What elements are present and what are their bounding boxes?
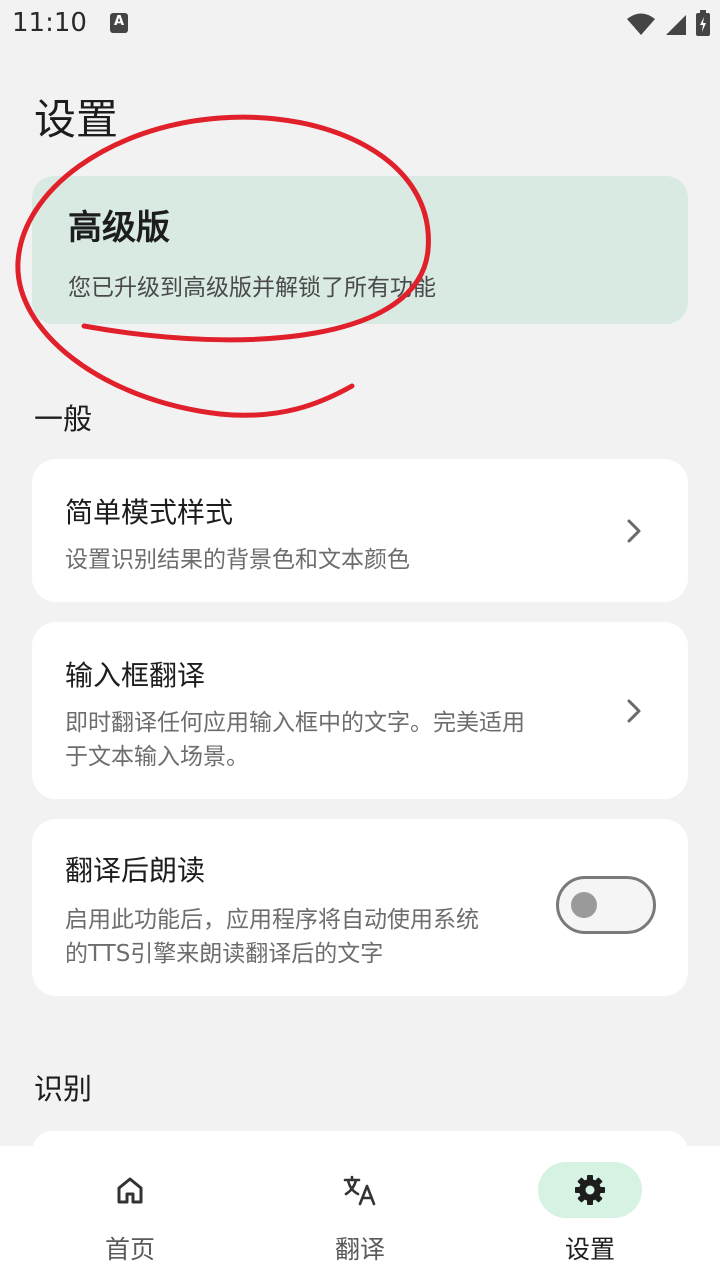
translate-icon bbox=[343, 1175, 376, 1206]
input-box-translate-item[interactable]: 输入框翻译 即时翻译任何应用输入框中的文字。完美适用 于文本输入场景。 bbox=[32, 622, 688, 799]
premium-subtitle: 您已升级到高级版并解锁了所有功能 bbox=[68, 275, 436, 301]
premium-title: 高级版 bbox=[68, 208, 170, 248]
nav-home-label: 首页 bbox=[104, 1235, 155, 1264]
chevron-right-icon bbox=[627, 519, 641, 543]
read-aloud-desc-line2: 的TTS引擎来朗读翻译后的文字 bbox=[65, 941, 384, 967]
simple-mode-style-item[interactable]: 简单模式样式 设置识别结果的背景色和文本颜色 bbox=[32, 459, 688, 602]
bottom-navigation: 首页 翻译 设置 bbox=[0, 1146, 720, 1280]
chevron-right-icon bbox=[627, 699, 641, 723]
page-title: 设置 bbox=[34, 95, 119, 144]
input-translate-desc-line1: 即时翻译任何应用输入框中的文字。完美适用 bbox=[65, 710, 525, 736]
status-bar: 11:10 A bbox=[0, 0, 720, 50]
battery-icon bbox=[696, 10, 710, 36]
toggle-knob bbox=[571, 892, 597, 918]
input-translate-title: 输入框翻译 bbox=[65, 659, 206, 692]
nav-settings-label: 设置 bbox=[564, 1235, 615, 1264]
nav-translate-label: 翻译 bbox=[334, 1235, 385, 1264]
simple-mode-title: 简单模式样式 bbox=[65, 496, 234, 529]
nav-home[interactable]: 首页 bbox=[30, 1146, 230, 1280]
notification-a-icon: A bbox=[110, 13, 128, 33]
home-icon bbox=[117, 1177, 143, 1204]
status-icons bbox=[626, 10, 710, 36]
section-general-label: 一般 bbox=[34, 402, 93, 436]
premium-card[interactable]: 高级版 您已升级到高级版并解锁了所有功能 bbox=[32, 176, 688, 324]
nav-settings[interactable]: 设置 bbox=[490, 1146, 690, 1280]
gear-icon bbox=[575, 1175, 605, 1205]
read-aloud-desc-line1: 启用此功能后，应用程序将自动使用系统 bbox=[65, 907, 479, 933]
simple-mode-desc: 设置识别结果的背景色和文本颜色 bbox=[65, 547, 410, 573]
nav-translate[interactable]: 翻译 bbox=[260, 1146, 460, 1280]
wifi-icon bbox=[627, 13, 655, 35]
read-aloud-title: 翻译后朗读 bbox=[65, 854, 206, 887]
read-aloud-toggle[interactable] bbox=[556, 876, 656, 934]
cell-signal-icon bbox=[666, 15, 686, 35]
input-translate-desc-line2: 于文本输入场景。 bbox=[65, 744, 249, 770]
section-recognition-label: 识别 bbox=[34, 1072, 93, 1106]
read-after-translate-item: 翻译后朗读 启用此功能后，应用程序将自动使用系统 的TTS引擎来朗读翻译后的文字 bbox=[32, 819, 688, 996]
status-time: 11:10 bbox=[12, 8, 87, 38]
